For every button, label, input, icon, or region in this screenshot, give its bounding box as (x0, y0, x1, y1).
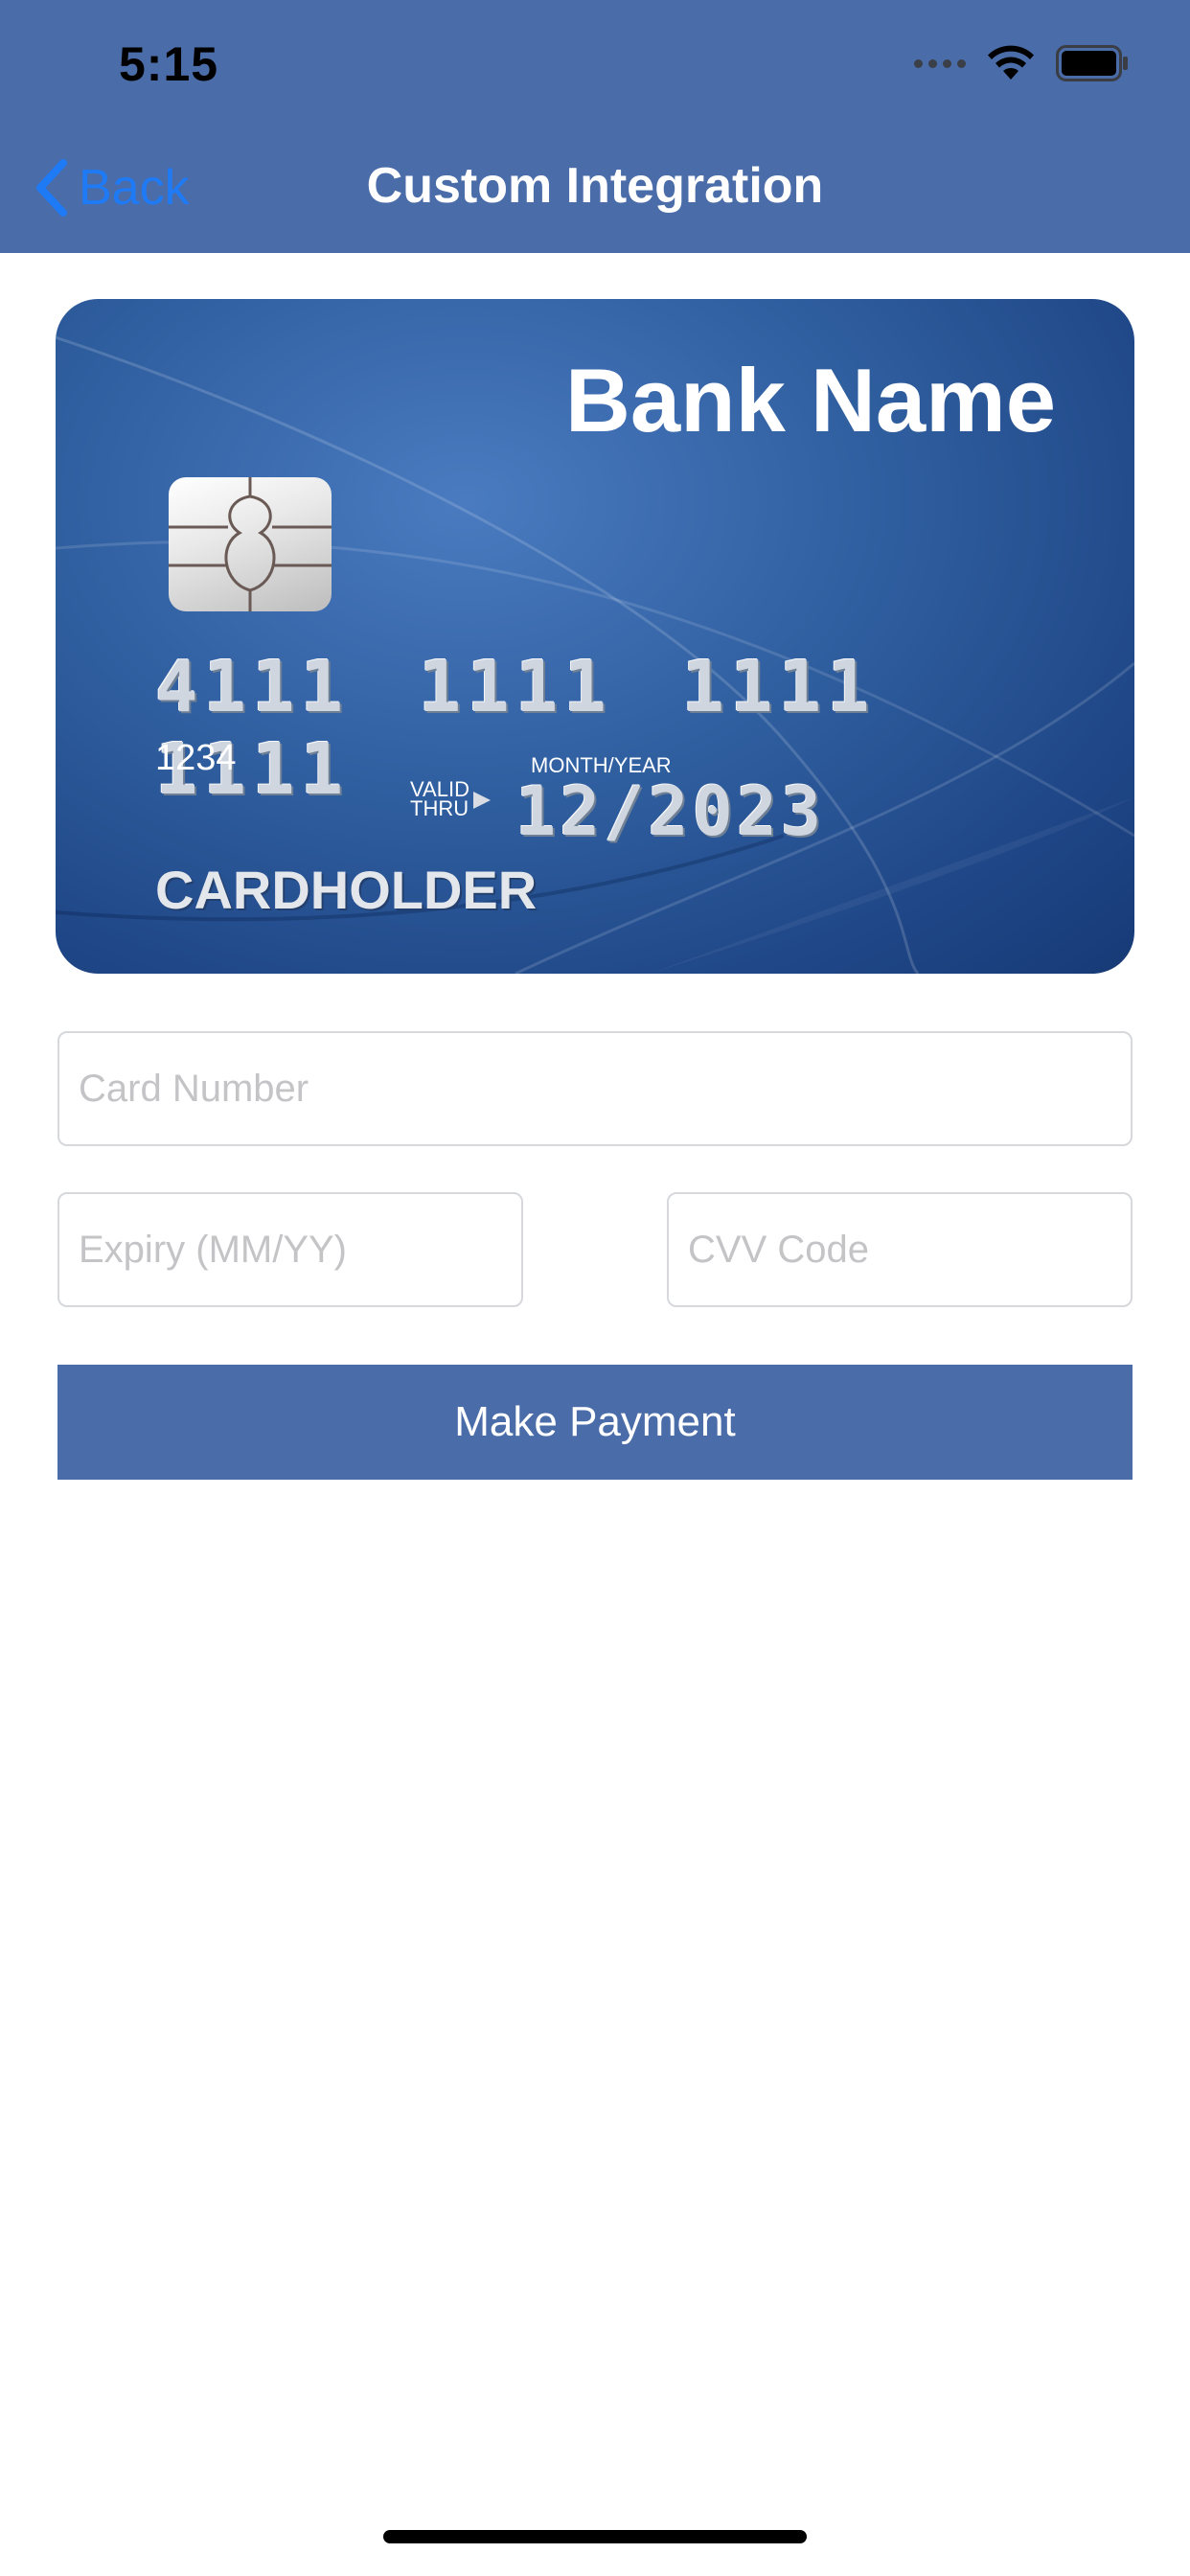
arrow-right-icon (473, 792, 491, 809)
card-expiry-display: 12/2023 (515, 772, 826, 851)
chip-icon (169, 477, 332, 611)
make-payment-button[interactable]: Make Payment (57, 1365, 1133, 1480)
cellular-signal-icon (914, 58, 966, 68)
valid-thru-label: VALID THRU (410, 779, 469, 820)
card-number-input[interactable] (57, 1031, 1133, 1146)
credit-card-preview: Bank Name 4111 1111 1111 1111 1234 MONTH… (56, 299, 1134, 974)
status-icons (914, 42, 1129, 84)
page-title: Custom Integration (366, 158, 824, 214)
cardholder-name: CARDHOLDER (155, 860, 538, 920)
battery-icon (1056, 45, 1128, 81)
expiry-input[interactable] (57, 1192, 523, 1307)
status-time: 5:15 (119, 37, 219, 91)
home-indicator[interactable] (383, 2530, 807, 2543)
card-small-number: 1234 (155, 738, 237, 778)
payment-screen: 5:15 Back Custom Integration Bank Name 4… (0, 0, 1190, 2576)
wifi-icon (988, 45, 1034, 80)
bank-name: Bank Name (565, 350, 1056, 450)
valid-thru-line2: THRU (410, 796, 469, 820)
cvv-input[interactable] (667, 1192, 1133, 1307)
navigation-bar: 5:15 Back Custom Integration (0, 0, 1190, 253)
